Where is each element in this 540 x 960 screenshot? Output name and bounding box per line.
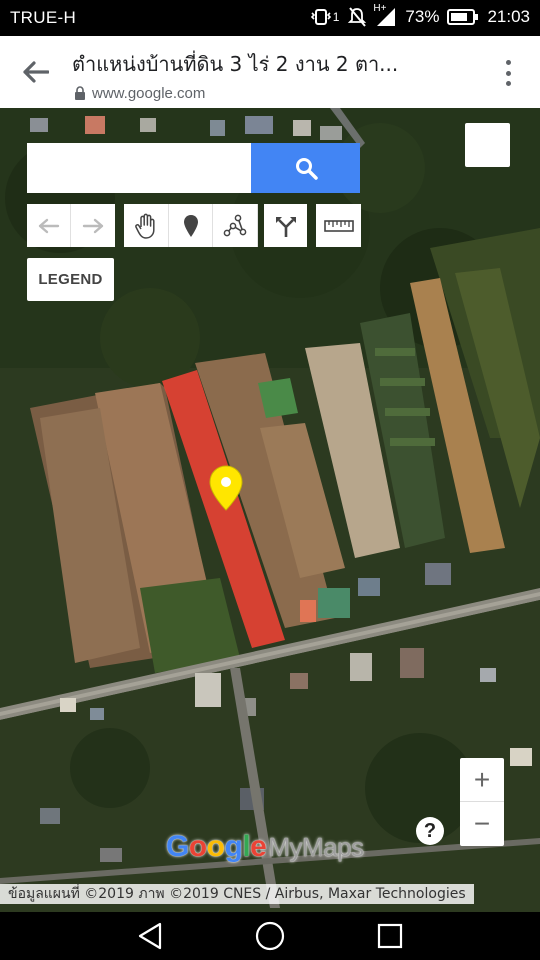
map-attribution: ข้อมูลแผนที่ ©2019 ภาพ ©2019 CNES / Airb…: [0, 884, 474, 904]
redo-button[interactable]: [71, 204, 115, 247]
signal-icon: H+: [373, 3, 397, 27]
measure-ruler-icon: [323, 219, 354, 232]
lock-icon: [75, 86, 85, 100]
search-input[interactable]: [27, 143, 251, 193]
vibrate-icon: 1: [310, 7, 340, 27]
carrier-name: TRUE-H: [10, 8, 77, 27]
battery-icon: [447, 8, 479, 26]
map-canvas[interactable]: LEGEND ? + − Go o g l e MyMaps ข้อมูลแผนที่ ©…: [0, 108, 540, 912]
status-bar: TRUE-H 1 H+ 73% 21:03: [0, 0, 540, 36]
nav-home-icon: [255, 921, 285, 951]
browser-header: ตำแหน่งบ้านที่ดิน 3 ไร่ 2 งาน 2 ตา... ww…: [0, 36, 540, 108]
redo-icon: [82, 218, 104, 233]
nav-home-button[interactable]: [250, 920, 290, 952]
back-arrow-icon: [23, 61, 49, 83]
mute-icon: [347, 6, 367, 28]
back-button[interactable]: [16, 54, 56, 90]
directions-icon: [275, 216, 296, 237]
page-title: ตำแหน่งบ้านที่ดิน 3 ไร่ 2 งาน 2 ตา...: [72, 52, 399, 76]
google-my-maps-logo: Go o g l e MyMaps: [166, 830, 364, 863]
url-line: www.google.com: [74, 85, 205, 102]
measure-button[interactable]: [316, 204, 361, 247]
zoom-control: + −: [460, 758, 504, 846]
undo-button[interactable]: [27, 204, 71, 247]
page-url: www.google.com: [92, 85, 206, 102]
add-marker-icon: [183, 214, 198, 237]
draw-line-icon: [223, 214, 247, 236]
system-nav-bar: [0, 912, 540, 960]
map-pin-icon: [209, 465, 243, 511]
status-icons: 1 H+ 73% 21:03: [310, 3, 530, 28]
network-type: H+: [373, 3, 387, 14]
undo-icon: [38, 218, 59, 233]
clock: 21:03: [487, 7, 530, 26]
battery-percent: 73%: [405, 7, 440, 26]
more-options-button[interactable]: [498, 56, 518, 90]
sim-indicator: 1: [332, 10, 340, 24]
search-icon: [295, 158, 318, 180]
nav-back-button[interactable]: [130, 920, 170, 952]
nav-back-icon: [138, 922, 162, 950]
nav-recents-button[interactable]: [370, 920, 410, 952]
search-button[interactable]: [251, 143, 360, 193]
map-layer-button[interactable]: [465, 123, 510, 167]
zoom-in-button[interactable]: +: [460, 758, 504, 802]
hand-pan-icon: [135, 213, 155, 239]
more-vert-icon: [505, 60, 511, 65]
location-marker[interactable]: [209, 465, 243, 516]
directions-button[interactable]: [264, 204, 307, 247]
legend-button[interactable]: LEGEND: [27, 258, 114, 301]
help-button[interactable]: ?: [416, 817, 444, 845]
add-marker-button[interactable]: [169, 204, 213, 247]
zoom-out-button[interactable]: −: [460, 802, 504, 846]
draw-line-button[interactable]: [213, 204, 258, 247]
nav-recents-icon: [377, 923, 403, 949]
pan-tool-button[interactable]: [124, 204, 169, 247]
